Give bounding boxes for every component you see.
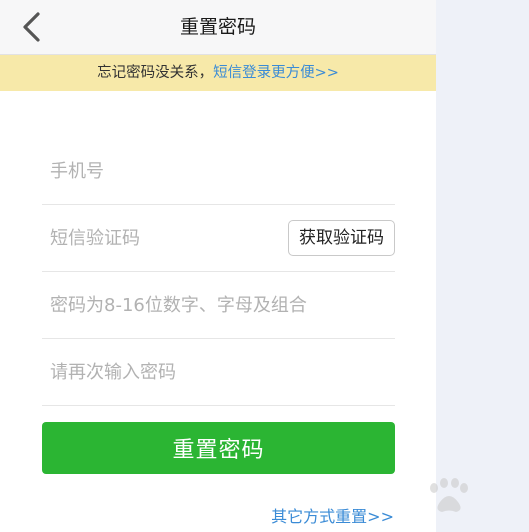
reset-password-button[interactable]: 重置密码 (42, 422, 395, 474)
phone-screen: 重置密码 忘记密码没关系，短信登录更方便>> 获取验证码 重置密码 其它方式重置… (0, 0, 436, 532)
password-field-row (42, 272, 395, 339)
reset-password-form: 获取验证码 (42, 138, 395, 406)
password-input[interactable] (50, 272, 390, 338)
sms-code-field-row: 获取验证码 (42, 205, 395, 272)
sms-login-link[interactable]: 短信登录更方便>> (213, 65, 339, 81)
phone-input[interactable] (50, 138, 390, 204)
phone-field-row (42, 138, 395, 205)
confirm-password-field-row (42, 339, 395, 406)
get-code-button[interactable]: 获取验证码 (288, 220, 395, 256)
other-methods-link[interactable]: 其它方式重置>> (271, 503, 394, 527)
notice-bar: 忘记密码没关系，短信登录更方便>> (0, 55, 436, 91)
notice-text: 忘记密码没关系， (97, 65, 214, 81)
page-title: 重置密码 (179, 16, 256, 38)
confirm-password-input[interactable] (50, 339, 390, 405)
sms-code-input[interactable] (50, 205, 270, 271)
navigation-bar: 重置密码 (0, 0, 436, 55)
baidu-jingyan-watermark (430, 478, 468, 512)
